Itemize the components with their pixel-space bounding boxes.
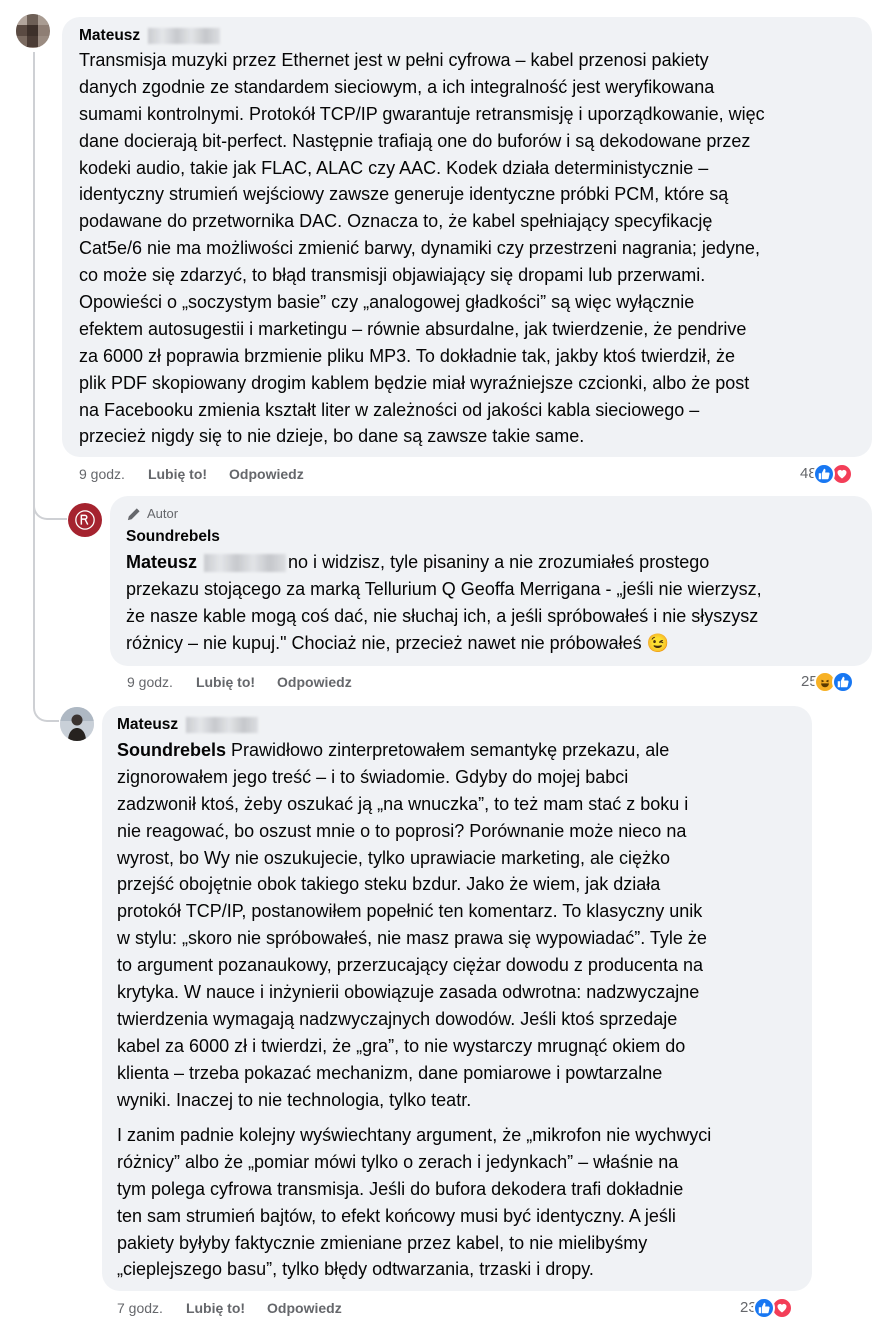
mention-link[interactable]: Soundrebels bbox=[117, 740, 226, 760]
reply-button[interactable]: Odpowiedz bbox=[277, 673, 352, 691]
like-button[interactable]: Lubię to! bbox=[196, 673, 255, 691]
timestamp[interactable]: 9 godz. bbox=[79, 465, 125, 483]
like-button[interactable]: Lubię to! bbox=[186, 1299, 245, 1317]
comment-author[interactable]: Mateusz bbox=[79, 26, 221, 46]
like-reaction-icon bbox=[812, 463, 835, 485]
like-reaction-icon bbox=[831, 671, 854, 693]
reply-button[interactable]: Odpowiedz bbox=[229, 465, 304, 483]
avatar[interactable] bbox=[16, 14, 50, 48]
timestamp[interactable]: 7 godz. bbox=[117, 1299, 163, 1317]
reaction-summary[interactable]: 48 bbox=[800, 463, 853, 485]
thread-line-branch-2 bbox=[33, 702, 59, 722]
comment-actions: 9 godz. Lubię to! Odpowiedz bbox=[79, 465, 304, 483]
redacted-surname bbox=[186, 716, 259, 733]
avatar[interactable] bbox=[68, 503, 102, 537]
like-reaction-icon bbox=[752, 1297, 775, 1319]
comment-text-paragraph-2: I zanim padnie kolejny wyświechtany argu… bbox=[117, 1125, 712, 1280]
pencil-icon bbox=[127, 507, 140, 520]
author-badge: Autor bbox=[126, 505, 178, 523]
thread-line-branch-1 bbox=[33, 500, 67, 520]
thread-line-main bbox=[33, 52, 35, 702]
person-photo-icon bbox=[60, 707, 94, 741]
timestamp[interactable]: 9 godz. bbox=[127, 673, 173, 691]
comment-text: Soundrebels Prawidłowo zinterpretowałem … bbox=[117, 740, 707, 1110]
reply-button[interactable]: Odpowiedz bbox=[267, 1299, 342, 1317]
redacted-surname bbox=[204, 554, 287, 573]
comment-author[interactable]: Mateusz bbox=[117, 715, 259, 735]
comment-text: Mateusz no i widzisz, tyle pisaniny a ni… bbox=[126, 552, 762, 653]
avatar[interactable] bbox=[60, 707, 94, 741]
comment-actions: 7 godz. Lubię to! Odpowiedz bbox=[117, 1299, 342, 1317]
redacted-surname bbox=[148, 27, 221, 44]
mention-link[interactable]: Mateusz bbox=[126, 552, 197, 572]
reaction-summary[interactable]: 23 bbox=[740, 1297, 793, 1319]
comment-text: Transmisja muzyki przez Ethernet jest w … bbox=[79, 50, 765, 447]
comment-actions: 9 godz. Lubię to! Odpowiedz bbox=[127, 673, 352, 691]
soundrebels-logo-icon bbox=[75, 510, 95, 530]
like-button[interactable]: Lubię to! bbox=[148, 465, 207, 483]
reaction-summary[interactable]: 25 bbox=[801, 671, 854, 693]
comment-author[interactable]: Soundrebels bbox=[126, 527, 220, 547]
